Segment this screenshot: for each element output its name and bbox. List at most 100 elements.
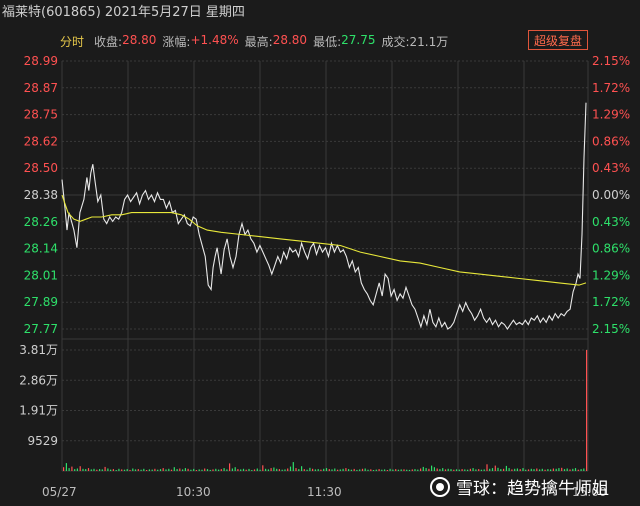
volume-bar (218, 469, 220, 471)
volume-bar (176, 469, 178, 471)
volume-bar (514, 468, 516, 471)
volume-bar (544, 469, 546, 471)
volume-bar (242, 468, 245, 471)
volume-bar (76, 468, 78, 471)
volume-bar (494, 465, 496, 471)
volume-bar (467, 469, 469, 471)
volume-bar (220, 469, 222, 471)
volume-bar (276, 468, 278, 471)
volume-bar (317, 469, 319, 471)
volume-bar (367, 469, 369, 471)
volume-bar (101, 469, 103, 471)
volume-bar (328, 469, 330, 471)
volume-bar (384, 469, 386, 471)
volume-bar (184, 468, 186, 471)
volume-bar (281, 469, 283, 471)
volume-bar (569, 469, 571, 471)
volume-bar (115, 470, 117, 471)
volume-bar (237, 469, 239, 471)
percent-tick-label: 0.43% (592, 161, 630, 175)
price-tick-label: 28.38 (24, 188, 58, 202)
watermark: 雪球：趋势擒牛师姐 (430, 474, 609, 499)
volume-bar (287, 468, 289, 471)
volume-bar (129, 469, 131, 471)
volume-bar (483, 469, 485, 471)
volume-bar (74, 469, 76, 471)
volume-bar (525, 469, 527, 471)
price-tick-label: 28.99 (24, 54, 58, 68)
volume-bar (505, 465, 507, 471)
volume-bar (503, 468, 505, 471)
volume-bar (134, 469, 137, 471)
volume-bar (137, 469, 139, 471)
volume-bar (292, 462, 294, 471)
volume-bar (231, 468, 233, 471)
volume-bar (522, 468, 524, 471)
volume-bar (566, 468, 568, 471)
volume-bar (508, 468, 510, 471)
volume-bar (563, 469, 566, 471)
volume-bar (65, 463, 67, 471)
volume-bar (331, 469, 333, 471)
volume-tick-label: 1.91万 (19, 404, 58, 418)
volume-bar (350, 469, 352, 471)
volume-bar (259, 469, 261, 471)
volume-bar (325, 468, 328, 471)
volume-bar (93, 468, 95, 471)
volume-bar (157, 469, 159, 471)
volume-bar (151, 469, 153, 471)
percent-tick-label: 0.86% (592, 242, 630, 256)
volume-bar (256, 468, 258, 471)
volume-bar (348, 469, 350, 471)
volume-bar (251, 470, 253, 471)
volume-bar (555, 468, 557, 471)
volume-bar (475, 469, 477, 471)
volume-bar (82, 468, 84, 471)
volume-bar (433, 467, 435, 471)
volume-bar (121, 469, 123, 471)
volume-bar (265, 468, 267, 471)
volume-bar (455, 469, 458, 471)
price-tick-label: 27.77 (24, 322, 58, 336)
volume-bar (428, 468, 430, 471)
volume-bar (99, 469, 101, 471)
volume-bar (126, 469, 128, 471)
volume-bar (323, 468, 325, 471)
intraday-chart: 28.99 2.15% 28.87 1.72% 28.75 1.29% 28.62 0.86%… (19, 54, 630, 472)
volume-bar (458, 469, 460, 471)
volume-bar (179, 468, 181, 471)
volume-bar (436, 468, 438, 471)
volume-bar (375, 469, 377, 471)
time-tick-date: 05/27 (42, 485, 77, 499)
price-line (61, 102, 587, 330)
volume-bar (364, 468, 366, 471)
price-tick-label: 28.01 (24, 268, 58, 282)
time-tick-1130: 11:30 (307, 485, 342, 499)
volume-bar (577, 469, 579, 471)
volume-bar (397, 469, 399, 471)
volume-bar (170, 469, 173, 471)
volume-bar (356, 469, 358, 471)
volume-bar (143, 468, 145, 471)
volume-bar (516, 468, 518, 471)
volume-tick-label: 3.81万 (19, 343, 58, 357)
volume-bar (547, 469, 549, 471)
volume-bar (190, 469, 192, 471)
volume-bar (273, 467, 275, 471)
volume-bar (68, 468, 70, 471)
volume-bar (519, 469, 521, 471)
volume-bar (159, 469, 162, 471)
volume-bar (464, 469, 466, 471)
volume-bar (361, 468, 364, 471)
watermark-text: 雪球：趋势擒牛师姐 (456, 479, 609, 499)
volume-bar (198, 469, 200, 471)
volume-bar (148, 469, 150, 471)
volume-bar (63, 467, 65, 471)
volume-bar (342, 468, 344, 471)
volume-bar (309, 467, 311, 471)
volume-bar (314, 469, 316, 471)
volume-bar (278, 469, 280, 471)
volume-bar (112, 469, 114, 471)
percent-tick-label: 2.15% (592, 322, 630, 336)
volume-bar (240, 469, 242, 471)
